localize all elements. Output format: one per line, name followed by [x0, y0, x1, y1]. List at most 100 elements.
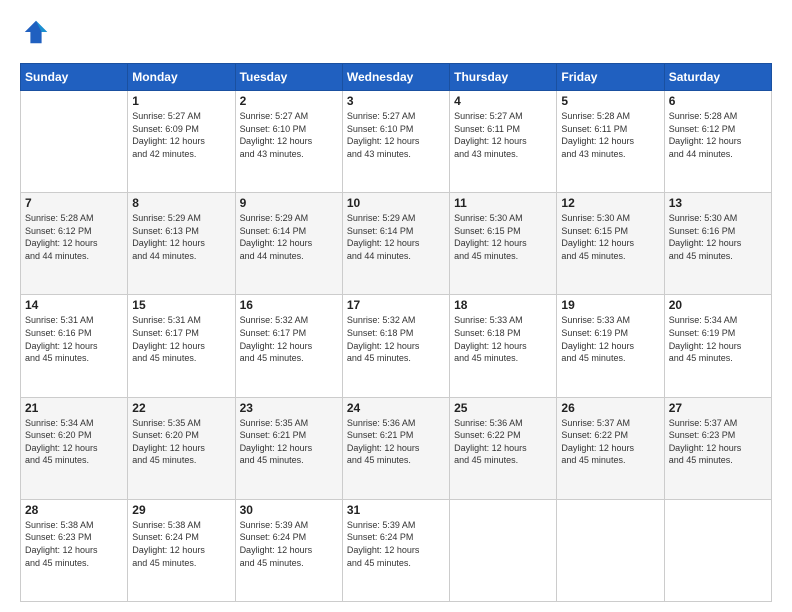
calendar-cell: [450, 499, 557, 601]
calendar-cell: 19 Sunrise: 5:33 AM Sunset: 6:19 PM Dayli…: [557, 295, 664, 397]
day-number: 31: [347, 503, 445, 517]
day-info: Sunrise: 5:36 AM Sunset: 6:21 PM Dayligh…: [347, 417, 445, 467]
day-info: Sunrise: 5:28 AM Sunset: 6:12 PM Dayligh…: [669, 110, 767, 160]
calendar-cell: 28 Sunrise: 5:38 AM Sunset: 6:23 PM Dayli…: [21, 499, 128, 601]
calendar-cell: 29 Sunrise: 5:38 AM Sunset: 6:24 PM Dayli…: [128, 499, 235, 601]
day-number: 10: [347, 196, 445, 210]
day-info: Sunrise: 5:30 AM Sunset: 6:15 PM Dayligh…: [561, 212, 659, 262]
calendar-cell: 31 Sunrise: 5:39 AM Sunset: 6:24 PM Dayli…: [342, 499, 449, 601]
calendar-week-row: 14Sunrise: 5:31 AM Sunset: 6:16 PM Dayli…: [21, 295, 772, 397]
calendar-cell: 11Sunrise: 5:30 AM Sunset: 6:15 PM Dayli…: [450, 193, 557, 295]
calendar-cell: 14Sunrise: 5:31 AM Sunset: 6:16 PM Dayli…: [21, 295, 128, 397]
calendar-cell: 6 Sunrise: 5:28 AM Sunset: 6:12 PM Daylig…: [664, 91, 771, 193]
calendar-cell: 10 Sunrise: 5:29 AM Sunset: 6:14 PM Dayli…: [342, 193, 449, 295]
calendar-cell: 17Sunrise: 5:32 AM Sunset: 6:18 PM Dayli…: [342, 295, 449, 397]
day-info: Sunrise: 5:27 AM Sunset: 6:09 PM Dayligh…: [132, 110, 230, 160]
day-info: Sunrise: 5:28 AM Sunset: 6:11 PM Dayligh…: [561, 110, 659, 160]
day-info: Sunrise: 5:39 AM Sunset: 6:24 PM Dayligh…: [347, 519, 445, 569]
calendar-cell: 8 Sunrise: 5:29 AM Sunset: 6:13 PM Daylig…: [128, 193, 235, 295]
header: [20, 18, 772, 51]
calendar-cell: 22 Sunrise: 5:35 AM Sunset: 6:20 PM Dayli…: [128, 397, 235, 499]
day-info: Sunrise: 5:31 AM Sunset: 6:17 PM Dayligh…: [132, 314, 230, 364]
day-number: 3: [347, 94, 445, 108]
day-number: 11: [454, 196, 552, 210]
calendar-cell: 12 Sunrise: 5:30 AM Sunset: 6:15 PM Dayli…: [557, 193, 664, 295]
calendar-week-row: 7 Sunrise: 5:28 AM Sunset: 6:12 PM Daylig…: [21, 193, 772, 295]
calendar-cell: 2 Sunrise: 5:27 AM Sunset: 6:10 PM Daylig…: [235, 91, 342, 193]
calendar-cell: 13Sunrise: 5:30 AM Sunset: 6:16 PM Dayli…: [664, 193, 771, 295]
day-number: 19: [561, 298, 659, 312]
day-number: 29: [132, 503, 230, 517]
day-number: 28: [25, 503, 123, 517]
calendar-cell: 27 Sunrise: 5:37 AM Sunset: 6:23 PM Dayli…: [664, 397, 771, 499]
page: SundayMondayTuesdayWednesdayThursdayFrid…: [0, 0, 792, 612]
day-number: 7: [25, 196, 123, 210]
day-number: 22: [132, 401, 230, 415]
weekday-header: Monday: [128, 64, 235, 91]
calendar-cell: [21, 91, 128, 193]
day-number: 8: [132, 196, 230, 210]
day-number: 25: [454, 401, 552, 415]
day-info: Sunrise: 5:35 AM Sunset: 6:20 PM Dayligh…: [132, 417, 230, 467]
day-info: Sunrise: 5:30 AM Sunset: 6:16 PM Dayligh…: [669, 212, 767, 262]
day-number: 6: [669, 94, 767, 108]
day-number: 21: [25, 401, 123, 415]
day-info: Sunrise: 5:32 AM Sunset: 6:18 PM Dayligh…: [347, 314, 445, 364]
calendar-cell: 30 Sunrise: 5:39 AM Sunset: 6:24 PM Dayli…: [235, 499, 342, 601]
day-number: 1: [132, 94, 230, 108]
weekday-header: Thursday: [450, 64, 557, 91]
calendar-cell: 21 Sunrise: 5:34 AM Sunset: 6:20 PM Dayli…: [21, 397, 128, 499]
day-info: Sunrise: 5:38 AM Sunset: 6:24 PM Dayligh…: [132, 519, 230, 569]
day-number: 14: [25, 298, 123, 312]
day-number: 27: [669, 401, 767, 415]
calendar-cell: 5 Sunrise: 5:28 AM Sunset: 6:11 PM Daylig…: [557, 91, 664, 193]
day-info: Sunrise: 5:29 AM Sunset: 6:14 PM Dayligh…: [347, 212, 445, 262]
day-info: Sunrise: 5:37 AM Sunset: 6:23 PM Dayligh…: [669, 417, 767, 467]
calendar-cell: 7 Sunrise: 5:28 AM Sunset: 6:12 PM Daylig…: [21, 193, 128, 295]
calendar-week-row: 21 Sunrise: 5:34 AM Sunset: 6:20 PM Dayli…: [21, 397, 772, 499]
calendar-cell: 15 Sunrise: 5:31 AM Sunset: 6:17 PM Dayli…: [128, 295, 235, 397]
day-number: 18: [454, 298, 552, 312]
calendar-cell: [664, 499, 771, 601]
weekday-header: Friday: [557, 64, 664, 91]
calendar-cell: 18Sunrise: 5:33 AM Sunset: 6:18 PM Dayli…: [450, 295, 557, 397]
day-number: 30: [240, 503, 338, 517]
day-number: 9: [240, 196, 338, 210]
calendar-cell: [557, 499, 664, 601]
day-number: 26: [561, 401, 659, 415]
day-info: Sunrise: 5:34 AM Sunset: 6:20 PM Dayligh…: [25, 417, 123, 467]
day-info: Sunrise: 5:39 AM Sunset: 6:24 PM Dayligh…: [240, 519, 338, 569]
weekday-header: Tuesday: [235, 64, 342, 91]
calendar-cell: 1 Sunrise: 5:27 AM Sunset: 6:09 PM Daylig…: [128, 91, 235, 193]
day-info: Sunrise: 5:28 AM Sunset: 6:12 PM Dayligh…: [25, 212, 123, 262]
day-number: 16: [240, 298, 338, 312]
weekday-header: Sunday: [21, 64, 128, 91]
day-info: Sunrise: 5:38 AM Sunset: 6:23 PM Dayligh…: [25, 519, 123, 569]
calendar-cell: 25Sunrise: 5:36 AM Sunset: 6:22 PM Dayli…: [450, 397, 557, 499]
calendar-cell: 4Sunrise: 5:27 AM Sunset: 6:11 PM Daylig…: [450, 91, 557, 193]
day-info: Sunrise: 5:27 AM Sunset: 6:10 PM Dayligh…: [347, 110, 445, 160]
calendar-cell: 20Sunrise: 5:34 AM Sunset: 6:19 PM Dayli…: [664, 295, 771, 397]
calendar-cell: 3 Sunrise: 5:27 AM Sunset: 6:10 PM Daylig…: [342, 91, 449, 193]
calendar-cell: 24 Sunrise: 5:36 AM Sunset: 6:21 PM Dayli…: [342, 397, 449, 499]
day-info: Sunrise: 5:33 AM Sunset: 6:19 PM Dayligh…: [561, 314, 659, 364]
day-info: Sunrise: 5:27 AM Sunset: 6:10 PM Dayligh…: [240, 110, 338, 160]
calendar-week-row: 28 Sunrise: 5:38 AM Sunset: 6:23 PM Dayli…: [21, 499, 772, 601]
weekday-header: Saturday: [664, 64, 771, 91]
day-number: 23: [240, 401, 338, 415]
day-number: 15: [132, 298, 230, 312]
day-number: 2: [240, 94, 338, 108]
day-info: Sunrise: 5:32 AM Sunset: 6:17 PM Dayligh…: [240, 314, 338, 364]
calendar-cell: 9 Sunrise: 5:29 AM Sunset: 6:14 PM Daylig…: [235, 193, 342, 295]
day-info: Sunrise: 5:29 AM Sunset: 6:13 PM Dayligh…: [132, 212, 230, 262]
day-number: 12: [561, 196, 659, 210]
logo: [20, 18, 50, 51]
calendar-table: SundayMondayTuesdayWednesdayThursdayFrid…: [20, 63, 772, 602]
day-number: 5: [561, 94, 659, 108]
day-number: 20: [669, 298, 767, 312]
calendar-week-row: 1 Sunrise: 5:27 AM Sunset: 6:09 PM Daylig…: [21, 91, 772, 193]
day-number: 24: [347, 401, 445, 415]
calendar-header-row: SundayMondayTuesdayWednesdayThursdayFrid…: [21, 64, 772, 91]
day-info: Sunrise: 5:29 AM Sunset: 6:14 PM Dayligh…: [240, 212, 338, 262]
day-number: 4: [454, 94, 552, 108]
